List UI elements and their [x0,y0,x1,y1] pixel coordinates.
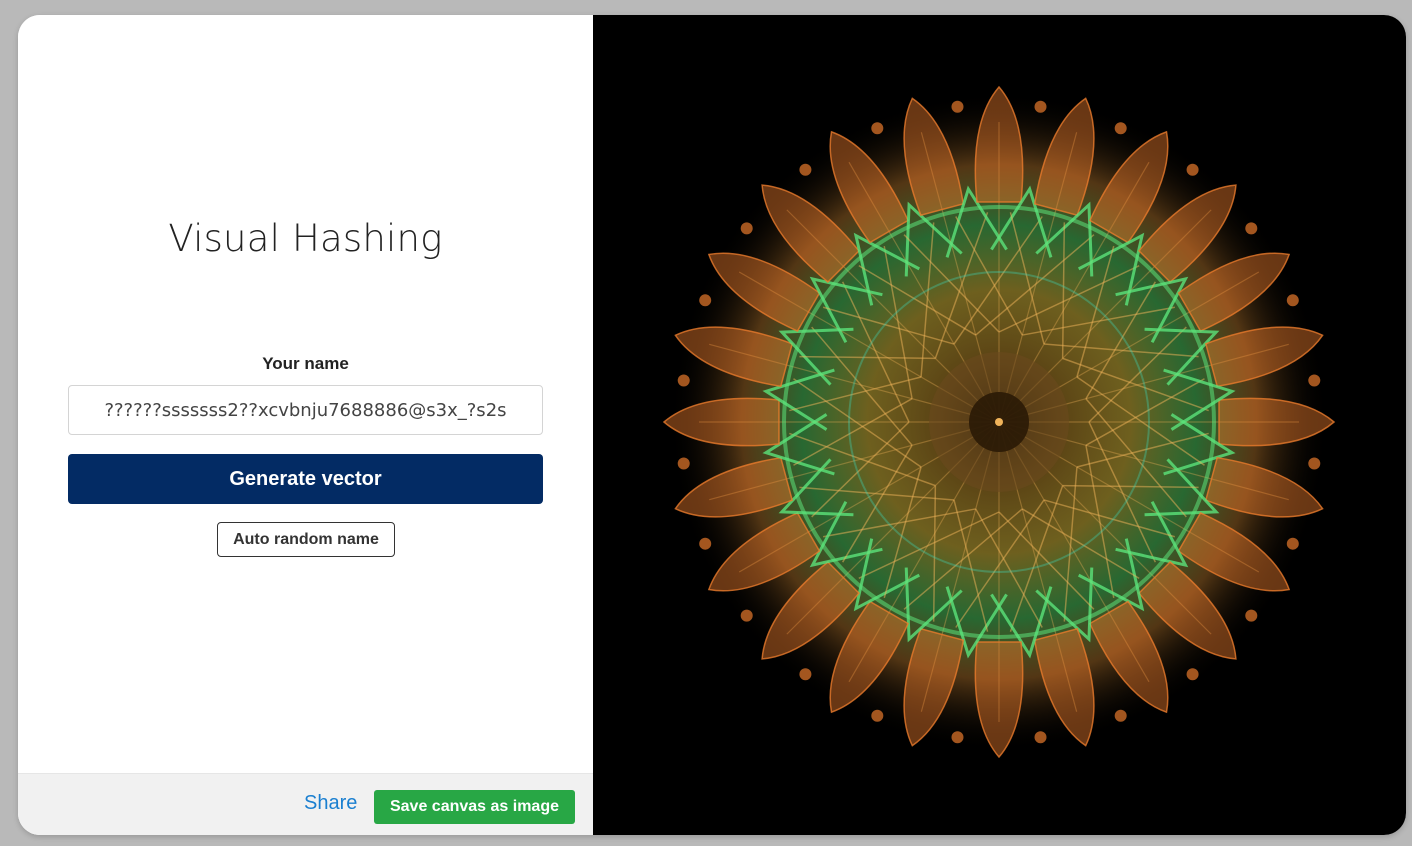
control-panel: Visual Hashing Your name Generate vector… [18,15,593,835]
name-label: Your name [262,354,349,373]
generate-vector-button[interactable]: Generate vector [68,454,543,504]
app-window: Visual Hashing Your name Generate vector… [18,15,1406,835]
hash-canvas[interactable] [593,15,1406,835]
auto-random-name-button[interactable]: Auto random name [217,522,395,557]
footer-bar: Share Save canvas as image [18,773,593,835]
save-canvas-button[interactable]: Save canvas as image [374,790,575,824]
page-title: Visual Hashing [168,217,443,260]
mandala-pattern-icon [662,85,1336,759]
share-link[interactable]: Share [304,792,357,815]
name-input[interactable] [68,385,543,435]
